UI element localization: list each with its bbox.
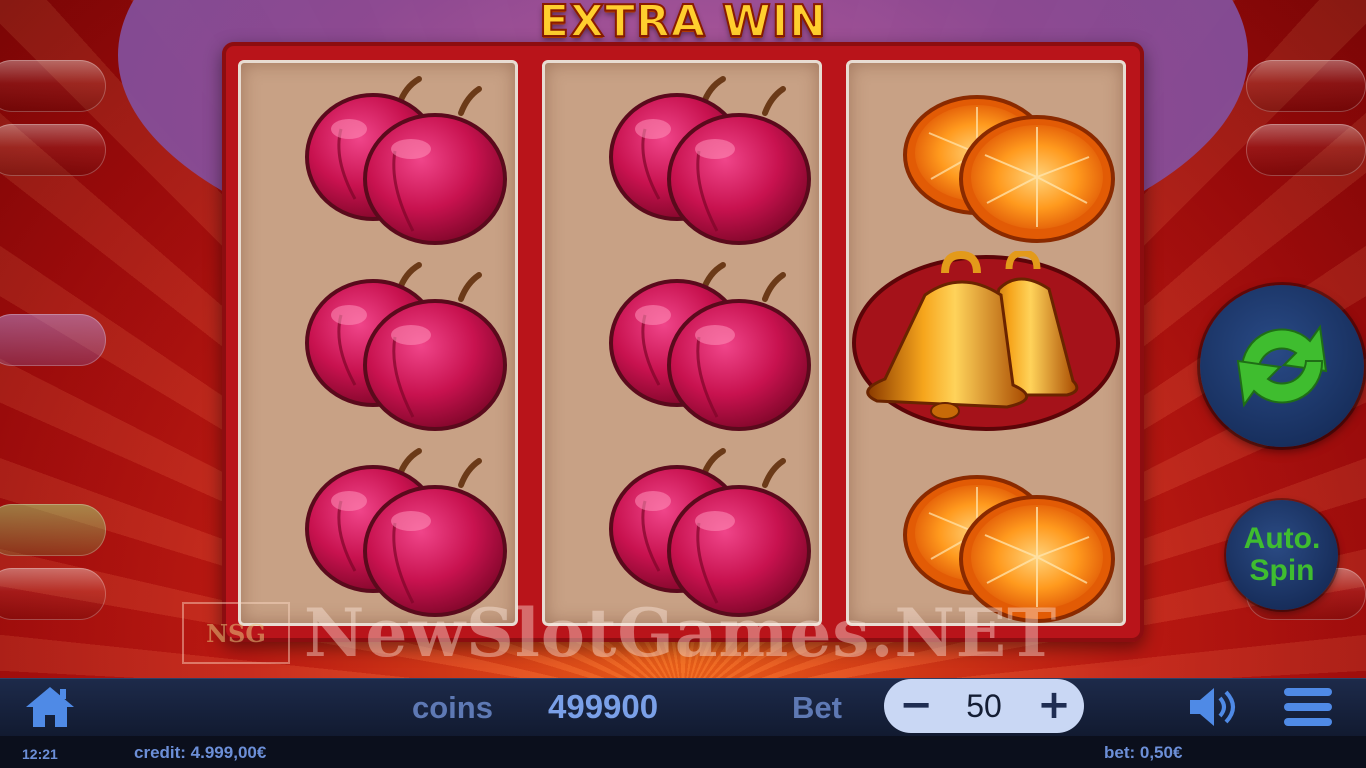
bet-increase-button[interactable]: + [1024, 679, 1084, 733]
bet-value: 50 [966, 688, 1002, 724]
auto-spin-label-1: Auto. [1243, 522, 1321, 555]
coins-value: 499900 [548, 688, 659, 725]
left-side-tab-3[interactable] [0, 314, 106, 366]
status-credit: credit: 4.999,00€ [134, 743, 267, 762]
menu-icon[interactable] [1282, 684, 1334, 730]
watermark-logo: NSG [182, 602, 290, 664]
home-icon[interactable] [22, 683, 78, 731]
status-time: 12:21 [22, 746, 58, 762]
left-side-tab-2[interactable] [0, 124, 106, 176]
bell-icon [849, 251, 1123, 437]
watermark: NSG NewSlotGames.NET [182, 594, 1182, 672]
orange-icon [849, 69, 1123, 255]
bet-decrease-button[interactable]: − [886, 679, 946, 733]
plum-icon [545, 65, 819, 251]
right-side-tab-1[interactable] [1246, 60, 1366, 112]
spin-button[interactable] [1200, 285, 1364, 447]
plum-icon [241, 251, 515, 437]
game-title: EXTRA WIN [538, 0, 827, 48]
left-side-tab-5[interactable] [0, 568, 106, 620]
bottom-bar [0, 678, 1366, 737]
left-side-tab-4[interactable] [0, 504, 106, 556]
plum-icon [545, 251, 819, 437]
reel-3 [846, 60, 1126, 626]
refresh-arrows-icon [1236, 324, 1328, 408]
auto-spin-button[interactable]: Auto. Spin [1226, 500, 1338, 610]
auto-spin-label-2: Spin [1249, 554, 1315, 587]
coins-label: coins [412, 690, 493, 725]
left-side-tab-1[interactable] [0, 60, 106, 112]
status-bet: bet: 0,50€ [1104, 743, 1183, 762]
bet-label: Bet [792, 690, 842, 725]
plum-icon [241, 65, 515, 251]
reel-1 [238, 60, 518, 626]
watermark-text: NewSlotGames.NET [304, 594, 1058, 672]
reel-2 [542, 60, 822, 626]
speaker-icon[interactable] [1186, 684, 1242, 730]
right-side-tab-2[interactable] [1246, 124, 1366, 176]
